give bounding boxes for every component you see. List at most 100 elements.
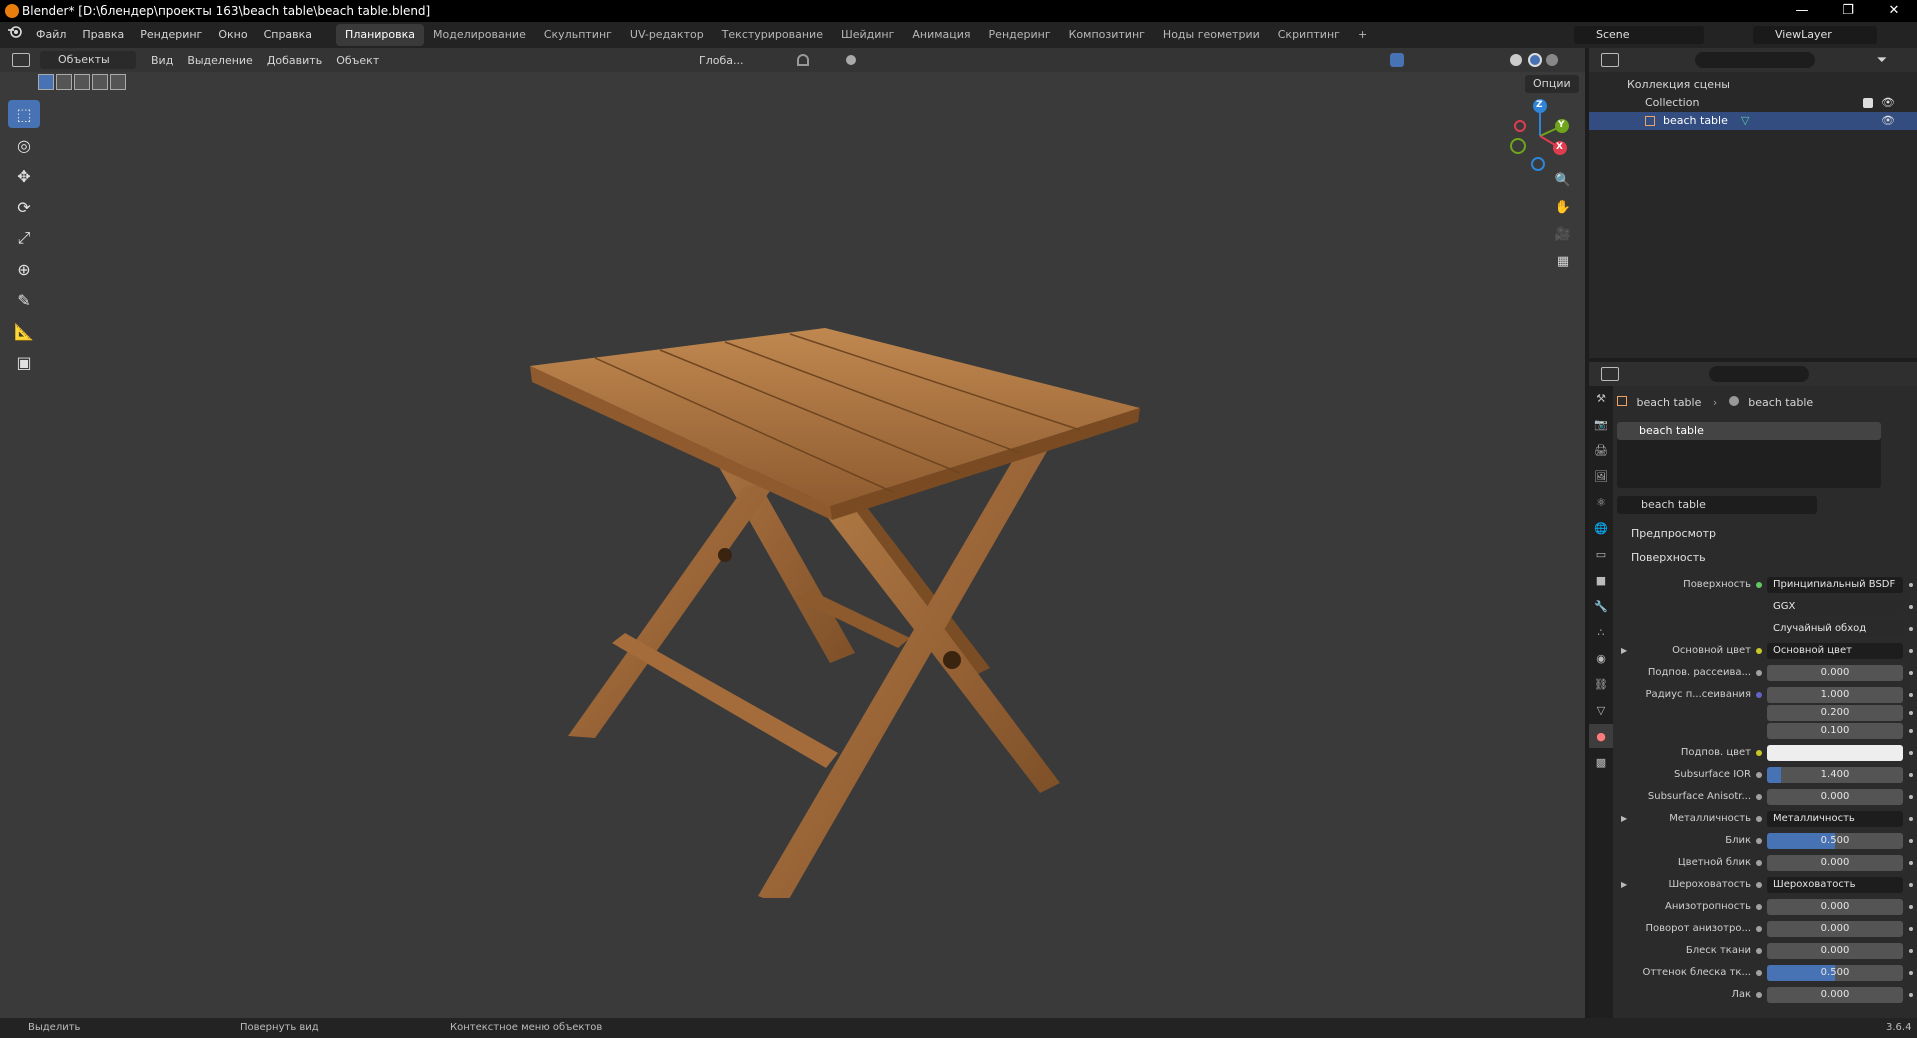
blender-menu-icon[interactable] <box>0 22 28 48</box>
keyframe-dot-icon[interactable] <box>1909 927 1913 931</box>
keyframe-dot-icon[interactable] <box>1909 773 1913 777</box>
property-field[interactable]: Шероховатость <box>1767 877 1903 893</box>
property-field[interactable]: 0.000 <box>1767 899 1903 915</box>
physics-tab-icon[interactable]: ◉ <box>1589 646 1613 670</box>
socket-dot-icon[interactable] <box>1756 970 1762 976</box>
add-cube-tool-icon[interactable]: ▣ <box>8 348 40 376</box>
eye-icon[interactable]: 👁 <box>1881 112 1895 130</box>
tab-texture-paint[interactable]: Текстурирование <box>713 24 832 46</box>
pan-hand-icon[interactable]: ✋ <box>1551 195 1575 219</box>
perspective-grid-icon[interactable]: ▦ <box>1551 249 1575 273</box>
property-select[interactable]: Случайный обход <box>1767 621 1903 637</box>
menu-view[interactable]: Вид <box>144 54 180 67</box>
scene-tab-icon[interactable]: ⚛ <box>1589 490 1613 514</box>
output-tab-icon[interactable]: 🖨 <box>1589 438 1613 462</box>
texture-tab-icon[interactable]: ▩ <box>1589 750 1613 774</box>
options-button[interactable]: Опции <box>1525 75 1579 93</box>
expand-arrow-icon[interactable]: ▶ <box>1621 876 1627 894</box>
keyframe-dot-icon[interactable] <box>1909 711 1913 715</box>
keyframe-dot-icon[interactable] <box>1909 693 1913 697</box>
menu-select[interactable]: Выделение <box>180 54 260 67</box>
tab-geometry-nodes[interactable]: Ноды геометрии <box>1154 24 1269 46</box>
keyframe-dot-icon[interactable] <box>1909 627 1913 631</box>
view-layer-tab-icon[interactable]: 🖼 <box>1589 464 1613 488</box>
surface-section-header[interactable]: Поверхность <box>1617 548 1917 568</box>
material-slot-row[interactable]: beach table <box>1617 422 1881 440</box>
property-field[interactable]: 0.000 <box>1767 987 1903 1003</box>
transform-tool-icon[interactable]: ⊕ <box>8 255 40 283</box>
socket-dot-icon[interactable] <box>1756 772 1762 778</box>
eye-icon[interactable]: 👁 <box>1881 94 1895 112</box>
shading-solid-icon[interactable] <box>1510 54 1522 66</box>
tab-scripting[interactable]: Скриптинг <box>1269 24 1349 46</box>
property-field[interactable]: 0.000 <box>1767 921 1903 937</box>
property-field[interactable]: Основной цвет <box>1767 643 1903 659</box>
property-field[interactable]: 1.400 <box>1767 767 1903 783</box>
material-datablock[interactable]: beach table <box>1617 496 1817 514</box>
keyframe-dot-icon[interactable] <box>1909 905 1913 909</box>
proportional-edit-icon[interactable] <box>846 55 856 65</box>
tab-layout[interactable]: Планировка <box>336 24 425 46</box>
keyframe-dot-icon[interactable] <box>1909 883 1913 887</box>
select-intersect-icon[interactable] <box>110 74 126 90</box>
outliner-collection[interactable]: Collection 👁 <box>1589 94 1917 112</box>
camera-view-icon[interactable]: 🎥 <box>1551 222 1575 246</box>
keyframe-dot-icon[interactable] <box>1909 729 1913 733</box>
select-invert-icon[interactable] <box>92 74 108 90</box>
menu-object[interactable]: Объект <box>329 54 386 67</box>
shading-material-icon[interactable] <box>1528 53 1542 67</box>
select-subtract-icon[interactable] <box>74 74 90 90</box>
gizmo-toggle-icon[interactable] <box>1390 53 1404 67</box>
tab-shading[interactable]: Шейдинг <box>832 24 903 46</box>
socket-dot-icon[interactable] <box>1756 582 1762 588</box>
keyframe-dot-icon[interactable] <box>1909 971 1913 975</box>
rotate-tool-icon[interactable]: ⟳ <box>8 193 40 221</box>
socket-dot-icon[interactable] <box>1756 882 1762 888</box>
modifier-tab-icon[interactable]: 🔧 <box>1589 594 1613 618</box>
socket-dot-icon[interactable] <box>1756 750 1762 756</box>
scene-selector[interactable]: Scene <box>1574 26 1704 44</box>
property-field[interactable]: 1.000 <box>1767 687 1903 703</box>
material-slot-list[interactable]: beach table <box>1617 422 1881 488</box>
close-button[interactable]: ✕ <box>1871 0 1917 22</box>
menu-add[interactable]: Добавить <box>260 54 329 67</box>
world-tab-icon[interactable]: 🌐 <box>1589 516 1613 540</box>
outliner-editor-icon[interactable] <box>1601 53 1619 67</box>
property-field[interactable]: 0.000 <box>1767 789 1903 805</box>
keyframe-dot-icon[interactable] <box>1909 993 1913 997</box>
mode-select[interactable]: Объекты <box>40 51 136 69</box>
expand-arrow-icon[interactable]: ▶ <box>1621 810 1627 828</box>
menu-help[interactable]: Справка <box>256 22 320 48</box>
preview-section-header[interactable]: Предпросмотр <box>1617 524 1917 544</box>
socket-dot-icon[interactable] <box>1756 926 1762 932</box>
keyframe-dot-icon[interactable] <box>1909 861 1913 865</box>
zoom-icon[interactable]: 🔍 <box>1551 168 1575 192</box>
measure-tool-icon[interactable]: 📐 <box>8 317 40 345</box>
3d-viewport[interactable]: Объекты Вид Выделение Добавить Объект Гл… <box>0 48 1585 1018</box>
property-field[interactable]: 0.500 <box>1767 833 1903 849</box>
editor-type-icon[interactable] <box>12 53 30 67</box>
snap-icon[interactable] <box>797 54 809 66</box>
scale-tool-icon[interactable]: ⤢ <box>8 224 40 252</box>
socket-dot-icon[interactable] <box>1756 816 1762 822</box>
particles-tab-icon[interactable]: ∴ <box>1589 620 1613 644</box>
tab-compositing[interactable]: Композитинг <box>1060 24 1154 46</box>
property-field[interactable]: 0.500 <box>1767 965 1903 981</box>
keyframe-dot-icon[interactable] <box>1909 649 1913 653</box>
menu-render[interactable]: Рендеринг <box>132 22 210 48</box>
outliner-scene-collection[interactable]: Коллекция сцены <box>1589 76 1917 94</box>
data-tab-icon[interactable]: ▽ <box>1589 698 1613 722</box>
select-new-icon[interactable] <box>38 74 54 90</box>
keyframe-dot-icon[interactable] <box>1909 817 1913 821</box>
property-select[interactable]: GGX <box>1767 599 1903 615</box>
property-field[interactable]: 0.000 <box>1767 855 1903 871</box>
view-layer-selector[interactable]: ViewLayer <box>1753 26 1877 44</box>
keyframe-dot-icon[interactable] <box>1909 583 1913 587</box>
minimize-button[interactable]: — <box>1779 0 1825 22</box>
tab-rendering[interactable]: Рендеринг <box>980 24 1060 46</box>
property-field[interactable] <box>1767 745 1903 761</box>
material-tab-icon[interactable]: ● <box>1589 724 1613 748</box>
socket-dot-icon[interactable] <box>1756 794 1762 800</box>
maximize-button[interactable]: ❐ <box>1825 0 1871 22</box>
tab-modeling[interactable]: Моделирование <box>424 24 535 46</box>
